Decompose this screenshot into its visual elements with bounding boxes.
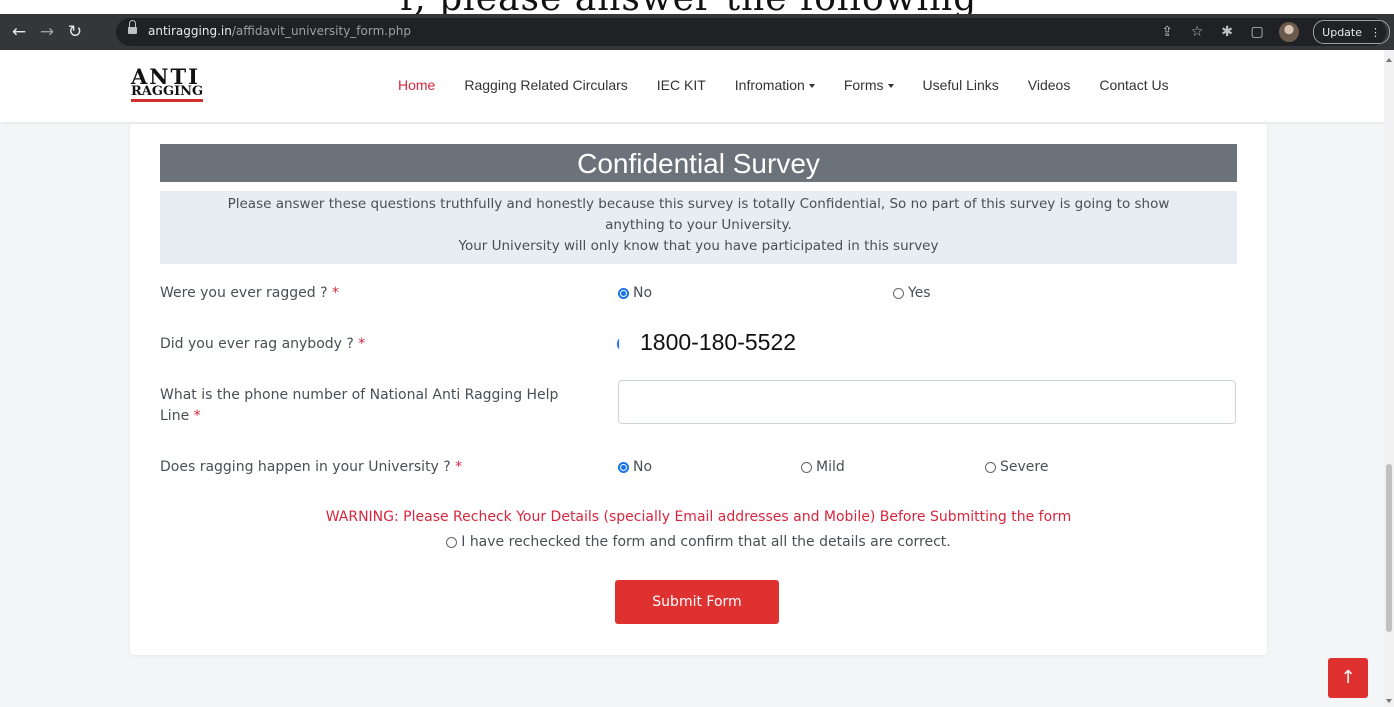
scroll-up-arrow-icon[interactable] [1386,58,1392,62]
helpline-phone-input[interactable] [618,380,1236,424]
q1-label-text: Were you ever ragged ? [160,285,328,301]
main-nav: Home Ragging Related Circulars IEC KIT I… [398,77,1198,93]
url-path: /affidavit_university_form.php [231,24,411,38]
radio-unchecked[interactable] [893,287,904,299]
q4-option-mild[interactable]: Mild [801,459,845,475]
lock-icon[interactable] [128,20,137,34]
q2-label-text: Did you ever rag anybody ? [160,336,354,352]
scrollbar-thumb[interactable] [1386,464,1392,632]
chevron-down-icon [808,84,815,89]
q1-label: Were you ever ragged ? * [160,283,339,304]
q4-option-severe[interactable]: Severe [985,459,1048,475]
radio-unchecked[interactable] [985,461,996,473]
survey-notice: Please answer these questions truthfully… [160,191,1237,264]
q3-label: What is the phone number of National Ant… [160,385,558,427]
nav-videos[interactable]: Videos [1028,77,1071,93]
url-text[interactable]: antiragging.in/affidavit_university_form… [148,24,411,38]
confirm-option[interactable]: I have rechecked the form and confirm th… [130,534,1267,550]
nav-useful-links[interactable]: Useful Links [923,77,999,93]
star-icon[interactable]: ☆ [1189,24,1205,40]
q3-label-line-1: What is the phone number of National Ant… [160,387,559,403]
q4-option-mild-label: Mild [816,459,845,475]
update-label: Update [1322,25,1362,39]
q1-option-yes-label: Yes [908,285,931,301]
page-scrollbar[interactable] [1384,50,1394,707]
radio-unchecked[interactable] [446,536,458,548]
url-host: antiragging.in [148,24,232,38]
chevron-down-icon [887,84,894,89]
q1-option-no[interactable]: No [618,285,652,301]
nav-forms-label: Forms [843,77,884,93]
nav-home[interactable]: Home [398,77,435,93]
confirm-label: I have rechecked the form and confirm th… [461,534,951,550]
q3-label-line-2: Line [160,408,190,424]
cropped-banner-text: r, please answer the following [400,0,977,14]
share-icon[interactable]: ⇪ [1159,24,1175,40]
q4-option-no-label: No [633,459,653,475]
site-header: ANTI RAGGING Home Ragging Related Circul… [0,50,1394,122]
notice-line-1: Please answer these questions truthfully… [227,196,1170,212]
radio-unchecked[interactable] [801,461,812,473]
scroll-to-top-button[interactable]: ↑ [1328,658,1368,698]
site-logo[interactable]: ANTI RAGGING [131,64,211,104]
q4-option-no[interactable]: No [618,459,652,475]
menu-dots-icon: ⋮ [1370,25,1381,39]
survey-card: Confidential Survey Please answer these … [130,124,1267,655]
browser-toolbar: ← → ↻ antiragging.in/affidavit_universit… [0,14,1394,50]
nav-information-label: Infromation [734,77,805,93]
required-mark: * [193,408,201,424]
required-mark: * [455,459,463,475]
profile-avatar[interactable] [1279,22,1300,42]
submit-form-button[interactable]: Submit Form [615,580,779,624]
notice-line-3: Your University will only know that you … [458,238,939,254]
forward-arrow-icon[interactable]: → [36,21,58,43]
radio-checked[interactable] [618,287,629,299]
reload-icon[interactable]: ↻ [64,21,86,43]
required-mark: * [358,336,366,352]
logo-line2: RAGGING [131,84,204,102]
scroll-down-arrow-icon[interactable] [1386,699,1392,703]
side-panel-icon[interactable]: ▢ [1249,24,1265,40]
nav-contact-us[interactable]: Contact Us [1099,77,1168,93]
survey-title: Confidential Survey [160,144,1237,182]
q2-radio-partial[interactable] [617,339,622,349]
q1-option-yes[interactable]: Yes [893,285,931,301]
update-button[interactable]: Update ⋮ [1313,20,1390,44]
toolbar-actions: ⇪ ☆ ✱ ▢ Update ⋮ [1159,18,1390,46]
radio-checked[interactable] [618,461,629,473]
q4-label: Does ragging happen in your University ?… [160,457,462,478]
helpline-number-overlay: 1800-180-5522 [640,329,797,355]
warning-message: WARNING: Please Recheck Your Details (sp… [325,509,1072,525]
arrow-up-icon: ↑ [1340,667,1356,688]
back-arrow-icon[interactable]: ← [8,21,30,43]
required-mark: * [331,285,339,301]
nav-iec-kit[interactable]: IEC KIT [657,77,706,93]
nav-information-dropdown[interactable]: Infromation [735,77,815,93]
q1-option-no-label: No [633,285,653,301]
extensions-icon[interactable]: ✱ [1219,24,1235,40]
q2-label: Did you ever rag anybody ? * [160,334,365,355]
nav-forms-dropdown[interactable]: Forms [844,77,894,93]
q4-option-severe-label: Severe [1000,459,1049,475]
notice-line-2: anything to your University. [605,217,792,233]
cropped-banner: r, please answer the following [0,0,1394,14]
q4-label-text: Does ragging happen in your University ? [160,459,451,475]
nav-circulars[interactable]: Ragging Related Circulars [464,77,627,93]
